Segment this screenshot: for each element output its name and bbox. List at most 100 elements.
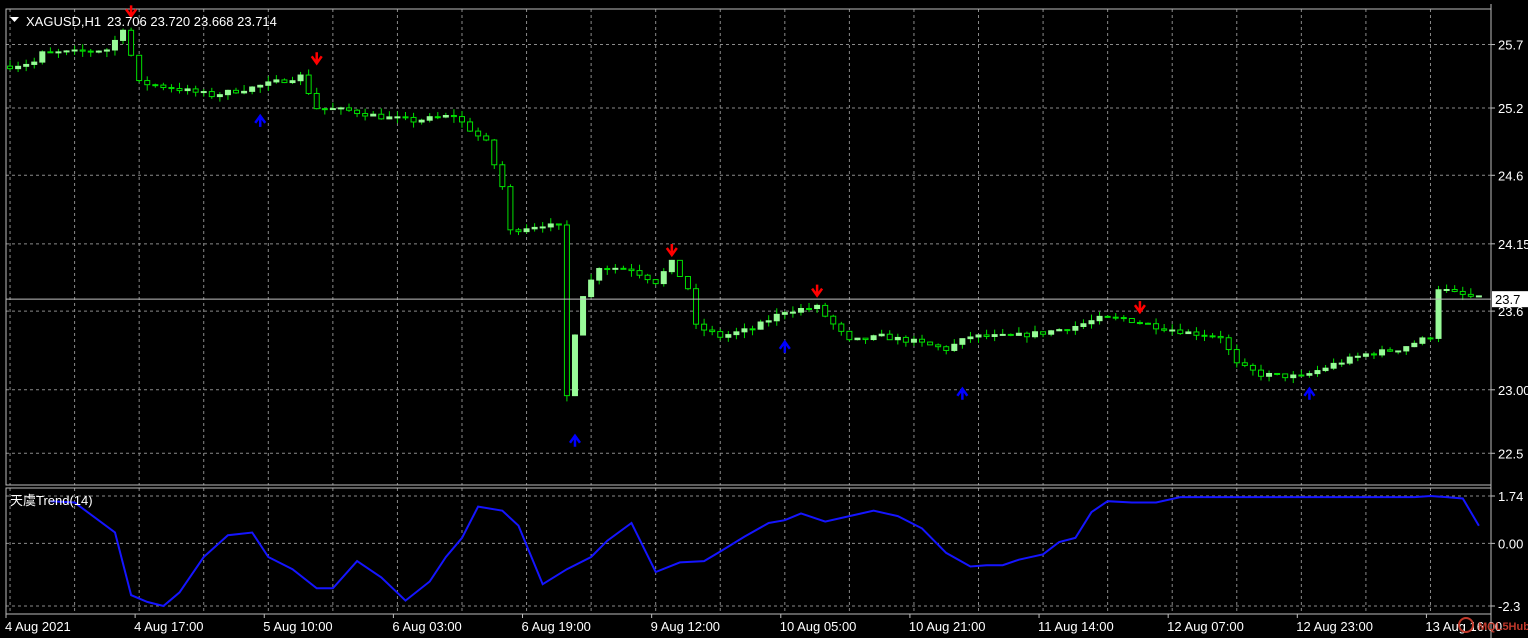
candle-bear xyxy=(79,49,86,52)
candle-bull xyxy=(854,337,861,341)
time-tick-label: 11 Aug 14:00 xyxy=(1038,619,1114,634)
candle-bear xyxy=(1298,374,1305,377)
candle-bear xyxy=(1128,317,1135,324)
candle-bear xyxy=(1104,315,1111,318)
candle-bear xyxy=(507,186,514,231)
candle-bear xyxy=(152,84,159,87)
candle-bear xyxy=(128,29,135,56)
price-tick-label: 22.5 xyxy=(1498,446,1523,461)
time-tick-label: 6 Aug 03:00 xyxy=(392,619,461,634)
candle-bear xyxy=(144,80,151,86)
candle-bear xyxy=(475,130,482,137)
candle-bear xyxy=(563,224,570,397)
price-tick-label: 24.15 xyxy=(1498,237,1528,252)
candle-bull xyxy=(111,39,118,51)
candle-bear xyxy=(676,259,683,278)
candle-bull xyxy=(789,311,796,314)
candle-bear xyxy=(346,107,353,111)
indicator-tick-label: 0.00 xyxy=(1498,536,1523,551)
candle-bull xyxy=(733,331,740,336)
candle-bear xyxy=(838,323,845,332)
candle-bull xyxy=(725,334,732,338)
candle-bull xyxy=(184,88,191,92)
candle-bear xyxy=(499,164,506,188)
candle-bear xyxy=(1120,317,1127,320)
candle-bull xyxy=(1354,355,1361,358)
candle-bull xyxy=(781,312,788,315)
candle-bull xyxy=(1411,342,1418,348)
candle-bull xyxy=(1322,367,1329,372)
candle-bull xyxy=(265,81,272,86)
candle-bull xyxy=(531,226,538,230)
candle-bull xyxy=(1419,337,1426,344)
candle-bull xyxy=(539,226,546,229)
candle-bull xyxy=(337,107,344,110)
candle-bull xyxy=(1306,373,1313,376)
candle-bull xyxy=(63,50,70,53)
candle-bull xyxy=(1435,289,1442,339)
candle-bull xyxy=(910,338,917,343)
indicator-tick-label: -2.3 xyxy=(1498,599,1520,614)
candle-bear xyxy=(886,333,893,341)
candle-bull xyxy=(878,333,885,337)
candle-bear xyxy=(136,54,143,82)
candle-bear xyxy=(1064,329,1071,332)
candle-bear xyxy=(1467,293,1474,297)
chart-header[interactable]: XAGUSD,H1 23.706 23.720 23.668 23.714 xyxy=(10,14,277,29)
candle-bear xyxy=(1257,369,1264,377)
candle-bear xyxy=(47,51,54,54)
candle-bull xyxy=(547,223,554,228)
candle-bull xyxy=(757,321,764,330)
candle-bull xyxy=(612,267,619,270)
candle-bear xyxy=(1136,322,1143,325)
watermark-text: MQL5Hub xyxy=(1478,621,1528,633)
chart-canvas: 23.7 XAGUSD,H1 23.706 23.720 23.668 23.7… xyxy=(0,0,1528,638)
candle-bear xyxy=(862,337,869,341)
candle-bull xyxy=(596,268,603,281)
candle-bear xyxy=(1153,323,1160,330)
candle-bull xyxy=(1314,370,1321,375)
time-tick-label: 4 Aug 2021 xyxy=(5,619,71,634)
candle-bear xyxy=(281,79,288,84)
price-tick-label: 23.6 xyxy=(1498,304,1523,319)
candle-bull xyxy=(1015,332,1022,336)
candle-bull xyxy=(1080,323,1087,327)
candle-bull xyxy=(257,84,264,88)
candle-bull xyxy=(571,334,578,397)
candle-bear xyxy=(927,341,934,346)
candle-bull xyxy=(249,86,256,92)
candle-bear xyxy=(1427,337,1434,340)
candle-bear xyxy=(717,331,724,338)
candle-bear xyxy=(919,338,926,343)
price-tick-label: 25.2 xyxy=(1498,101,1523,116)
candle-bear xyxy=(434,116,441,119)
candle-bear xyxy=(515,229,522,233)
candle-bull xyxy=(329,108,336,111)
candle-bear xyxy=(628,268,635,272)
candle-bull xyxy=(975,334,982,338)
candle-bull xyxy=(103,49,110,52)
candle-bull xyxy=(71,49,78,52)
candle-bear xyxy=(1177,329,1184,335)
candle-bear xyxy=(1161,328,1168,331)
candle-bull xyxy=(660,271,667,285)
candle-bull xyxy=(1088,320,1095,325)
candle-bull xyxy=(1290,374,1297,379)
candle-bull xyxy=(273,79,280,83)
candle-bull xyxy=(1072,325,1079,331)
candle-bull xyxy=(773,313,780,322)
time-tick-label: 5 Aug 10:00 xyxy=(263,619,332,634)
candle-bear xyxy=(321,108,328,111)
price-tick-label: 25.7 xyxy=(1498,38,1523,53)
candle-bear xyxy=(644,274,651,281)
candle-bull xyxy=(999,333,1006,336)
chart-background xyxy=(0,0,1528,638)
candle-bull xyxy=(241,90,248,94)
candle-bear xyxy=(168,87,175,90)
candle-bull xyxy=(588,279,595,298)
candle-bear xyxy=(1201,334,1208,337)
candle-bear xyxy=(491,139,498,166)
time-tick-label: 10 Aug 05:00 xyxy=(780,619,857,634)
candle-bear xyxy=(846,330,853,341)
candle-bear xyxy=(233,89,240,94)
